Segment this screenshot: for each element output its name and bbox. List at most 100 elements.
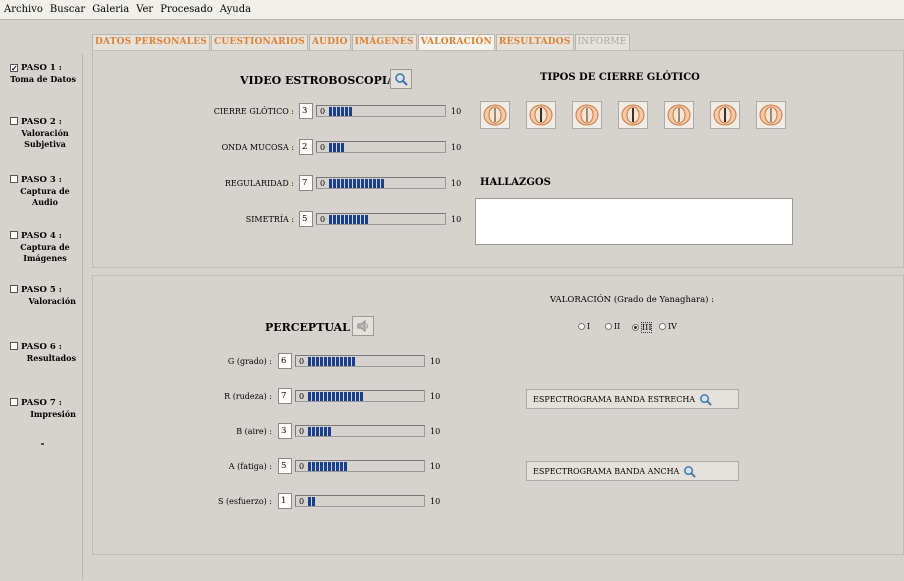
slider-tick xyxy=(308,462,311,471)
row-value-field[interactable]: 7 xyxy=(299,175,313,191)
row-value-field[interactable]: 1 xyxy=(278,493,292,509)
row-slider[interactable]: 0 xyxy=(316,141,446,153)
step-6[interactable]: PASO 6 : Resultados xyxy=(10,342,82,364)
slider-max-label: 10 xyxy=(451,179,462,188)
row-value-field[interactable]: 2 xyxy=(299,139,313,155)
row-value-field[interactable]: 3 xyxy=(299,103,313,119)
radio-dot[interactable] xyxy=(578,323,585,330)
slider-tick xyxy=(308,357,311,366)
tab-resultados[interactable]: RESULTADOS xyxy=(495,34,574,50)
row-label: B (aire) : xyxy=(236,427,272,436)
radio-label: III xyxy=(641,322,653,333)
tab-datos-personales[interactable]: DATOS PERSONALES xyxy=(92,34,211,50)
slider-min-label: 0 xyxy=(299,357,305,366)
slider-tick xyxy=(381,179,384,188)
speaker-icon xyxy=(357,320,368,332)
step-4[interactable]: PASO 4 : Captura de Imágenes xyxy=(10,231,82,264)
step-3[interactable]: PASO 3 : Captura de Audio xyxy=(10,175,82,208)
row-slider[interactable]: 0 xyxy=(295,495,425,507)
slider-tick xyxy=(341,143,344,152)
yanaghara-radio[interactable]: I xyxy=(578,322,590,331)
slider-tick xyxy=(337,215,340,224)
step-4-checkbox[interactable] xyxy=(10,231,18,239)
slider-tick xyxy=(337,143,340,152)
slider-tick xyxy=(361,215,364,224)
step-1[interactable]: ✓ PASO 1 : Toma de Datos xyxy=(10,63,82,85)
tab-cuestionarios[interactable]: CUESTIONARIOS xyxy=(211,34,308,50)
row-slider[interactable]: 0 xyxy=(316,177,446,189)
row-value-field[interactable]: 5 xyxy=(299,211,313,227)
step-6-subtitle: Resultados xyxy=(26,353,76,363)
menu-buscar[interactable]: Buscar xyxy=(50,4,85,15)
step-2[interactable]: PASO 2 : Valoración Subjetiva xyxy=(10,117,82,150)
row-label: G (grado) : xyxy=(227,357,272,366)
slider-tick xyxy=(348,357,351,366)
step-2-checkbox[interactable] xyxy=(10,117,18,125)
menu-archivo[interactable]: Archivo xyxy=(4,4,43,15)
hallazgos-textarea[interactable] xyxy=(475,198,793,245)
yanaghara-radio[interactable]: IV xyxy=(659,322,677,331)
closure-type-button[interactable] xyxy=(664,101,694,129)
slider-tick xyxy=(312,427,315,436)
yanaghara-radio[interactable]: II xyxy=(605,322,620,331)
menu-ver[interactable]: Ver xyxy=(136,4,153,15)
row-slider[interactable]: 0 xyxy=(295,425,425,437)
narrow-band-button[interactable]: ESPECTROGRAMA BANDA ESTRECHA xyxy=(526,389,739,409)
menu-ayuda[interactable]: Ayuda xyxy=(220,4,251,15)
closure-type-button[interactable] xyxy=(618,101,648,129)
glottis-icon xyxy=(759,104,783,126)
search-icon xyxy=(684,465,697,478)
step-7[interactable]: PASO 7 : Impresión xyxy=(10,398,82,420)
step-3-subtitle: Captura de Audio xyxy=(20,186,70,207)
menu-galeria[interactable]: Galeria xyxy=(92,4,129,15)
slider-min-label: 0 xyxy=(299,427,305,436)
step-5[interactable]: PASO 5 : Valoración xyxy=(10,285,82,307)
yanaghara-radio[interactable]: III xyxy=(632,322,653,333)
closure-type-button[interactable] xyxy=(526,101,556,129)
step-7-checkbox[interactable] xyxy=(10,398,18,406)
menu-procesado[interactable]: Procesado xyxy=(160,4,213,15)
slider-tick xyxy=(353,215,356,224)
row-slider[interactable]: 0 xyxy=(316,105,446,117)
radio-dot[interactable] xyxy=(632,324,639,331)
row-slider[interactable]: 0 xyxy=(295,460,425,472)
row-value-field[interactable]: 5 xyxy=(278,458,292,474)
row-value-field[interactable]: 6 xyxy=(278,353,292,369)
row-slider[interactable]: 0 xyxy=(316,213,446,225)
slider-tick xyxy=(344,462,347,471)
step-6-checkbox[interactable] xyxy=(10,342,18,350)
slider-min-label: 0 xyxy=(320,143,326,152)
step-1-checkbox[interactable]: ✓ xyxy=(10,64,18,72)
step-3-title: PASO 3 : xyxy=(21,175,62,185)
slider-tick xyxy=(336,392,339,401)
slider-tick xyxy=(336,357,339,366)
radio-dot[interactable] xyxy=(605,323,612,330)
tab-imagenes[interactable]: IMÁGENES xyxy=(351,34,417,50)
slider-tick xyxy=(345,179,348,188)
closure-type-button[interactable] xyxy=(710,101,740,129)
slider-tick xyxy=(340,357,343,366)
row-value-field[interactable]: 7 xyxy=(278,388,292,404)
wide-band-button[interactable]: ESPECTROGRAMA BANDA ANCHA xyxy=(526,461,739,481)
step-3-checkbox[interactable] xyxy=(10,175,18,183)
row-value-field[interactable]: 3 xyxy=(278,423,292,439)
slider-tick xyxy=(324,392,327,401)
slider-tick xyxy=(348,392,351,401)
perceptual-audio-button[interactable] xyxy=(352,316,374,336)
slider-fill xyxy=(329,107,353,116)
closure-type-button[interactable] xyxy=(756,101,786,129)
slider-tick xyxy=(332,462,335,471)
video-search-button[interactable] xyxy=(390,69,412,89)
closure-type-button[interactable] xyxy=(480,101,510,129)
row-slider[interactable]: 0 xyxy=(295,355,425,367)
slider-tick xyxy=(340,392,343,401)
tab-informe: INFORME xyxy=(574,34,630,50)
tab-valoracion[interactable]: VALORACIÓN xyxy=(417,34,495,50)
slider-tick xyxy=(308,427,311,436)
radio-dot[interactable] xyxy=(659,323,666,330)
row-slider[interactable]: 0 xyxy=(295,390,425,402)
tab-audio[interactable]: AUDIO xyxy=(308,34,351,50)
slider-min-label: 0 xyxy=(320,179,326,188)
step-5-checkbox[interactable] xyxy=(10,285,18,293)
closure-type-button[interactable] xyxy=(572,101,602,129)
